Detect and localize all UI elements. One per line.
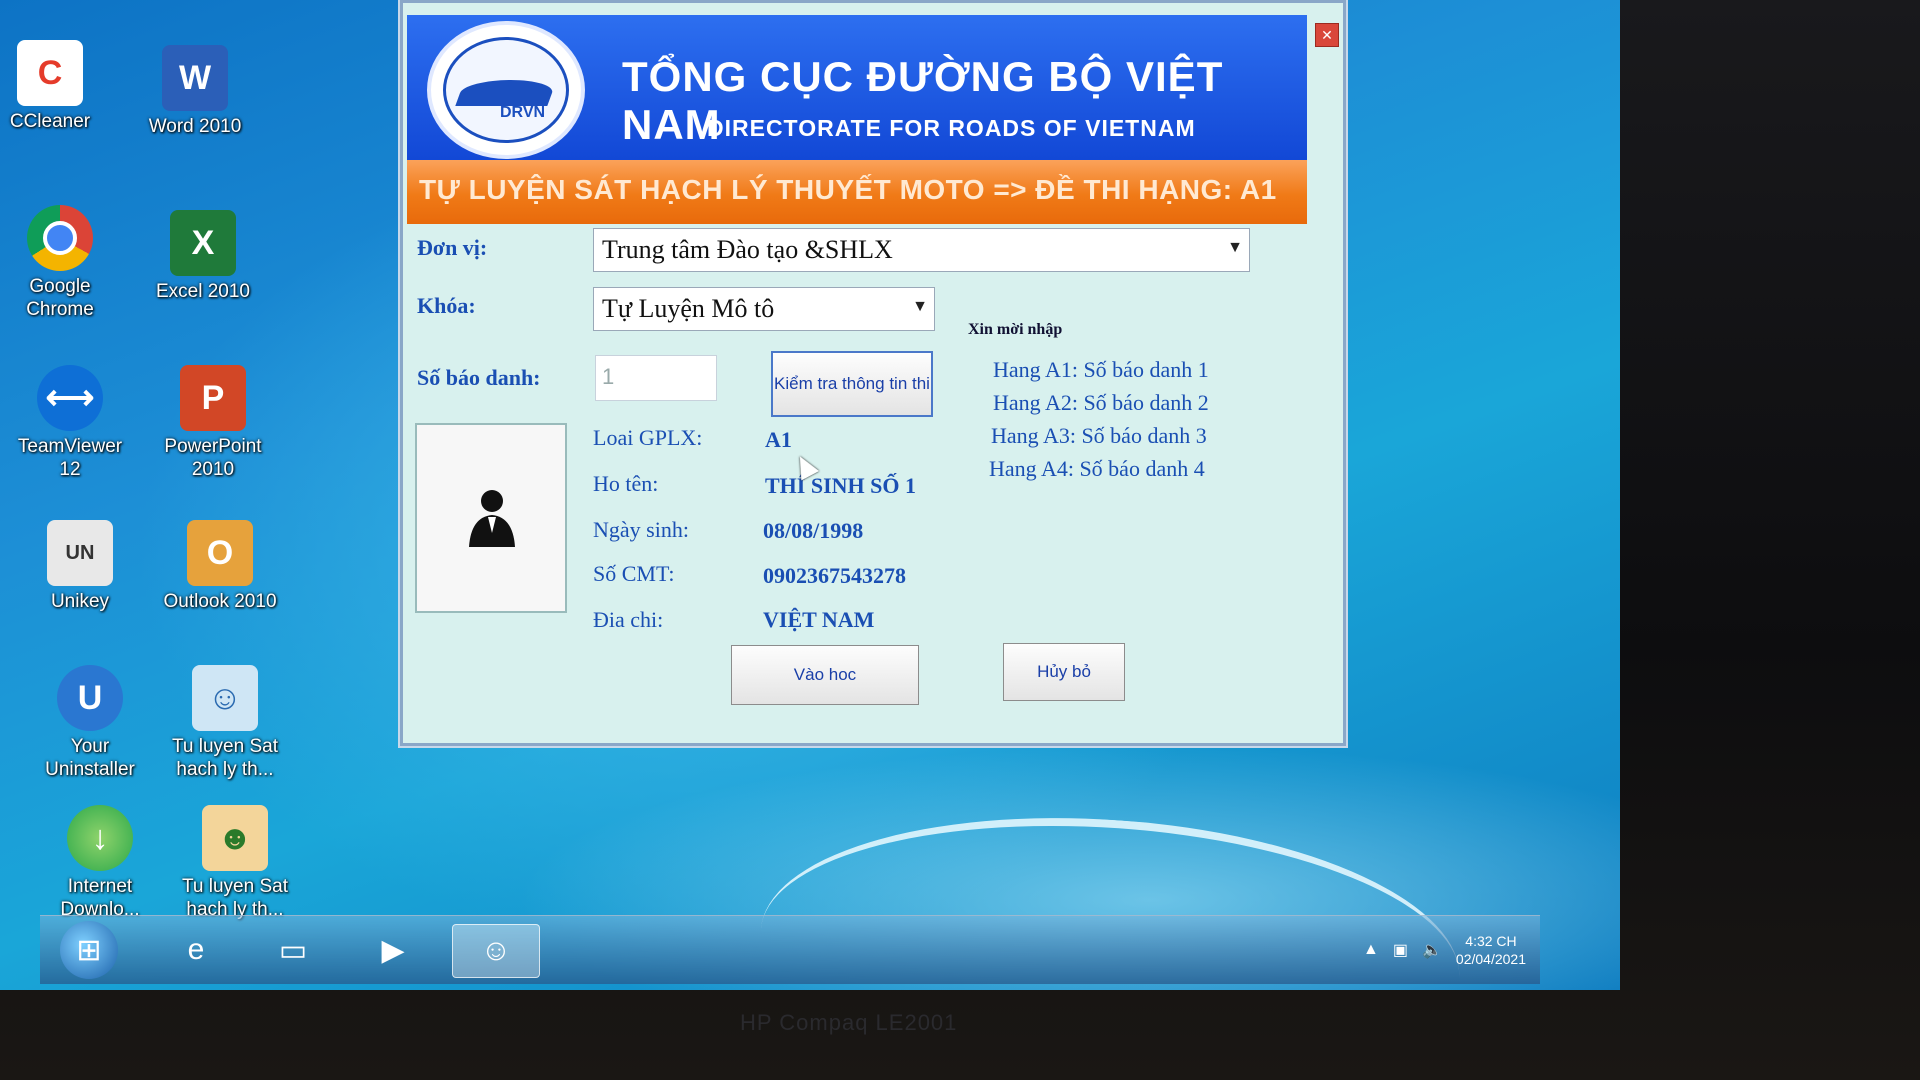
person-avatar-icon	[469, 490, 515, 547]
clock[interactable]: 4:32 CH 02/04/2021	[1456, 932, 1526, 968]
start-button[interactable]: ⊞	[60, 921, 118, 979]
desktop-icon-word[interactable]: W Word 2010	[130, 45, 260, 138]
hint-title: Xin mời nhập	[968, 321, 1063, 338]
desktop-icon-outlook[interactable]: O Outlook 2010	[155, 520, 285, 613]
hint-line: Hang A4: Số báo danh 4	[989, 456, 1205, 481]
hint-line: Hang A1: Số báo danh 1	[993, 357, 1209, 382]
sbd-input[interactable]: 1	[595, 355, 717, 401]
desktop-screen: C CCleaner W Word 2010 Google Chrome X E…	[0, 0, 1620, 990]
ho-ten-value: THÍ SINH SỐ 1	[765, 473, 916, 498]
dia-chi-value: VIỆT NAM	[763, 607, 875, 632]
media-player-taskbar-icon[interactable]: ▶	[362, 924, 424, 976]
idm-icon: ↓	[67, 805, 133, 871]
so-cmt-value: 0902367543278	[763, 563, 906, 588]
header-banner: DRVN TỔNG CỤC ĐƯỜNG BỘ VIỆT NAM DIRECTOR…	[407, 15, 1307, 160]
drvn-logo: DRVN	[427, 21, 585, 159]
monitor-brand: HP Compaq LE2001	[740, 1010, 958, 1035]
desktop-icon-ccleaner[interactable]: C CCleaner	[0, 40, 115, 133]
powerpoint-icon: P	[180, 365, 246, 431]
taskbar: ⊞ e ▭ ▶ ☺ ▲ ▣ 🔈 4:32 CH 02/04/2021	[40, 915, 1540, 984]
dia-chi-label: Đia chi:	[593, 607, 664, 632]
tray-expand-icon[interactable]: ▲	[1363, 941, 1379, 959]
desktop-icon-your-uninstaller[interactable]: U Your Uninstaller	[25, 665, 155, 781]
exam-login-dialog: ✕ DRVN TỔNG CỤC ĐƯỜNG BỘ VIỆT NAM DIRECT…	[400, 0, 1346, 746]
desktop-icon-teamviewer[interactable]: ⟷ TeamViewer 12	[5, 365, 135, 481]
loai-gplx-value: A1	[765, 427, 792, 452]
khoa-select[interactable]: Tự Luyện Mô tô ▼	[593, 287, 935, 331]
desktop-icon-chrome[interactable]: Google Chrome	[0, 205, 125, 321]
don-vi-label: Đơn vị:	[417, 235, 488, 260]
don-vi-select[interactable]: Trung tâm Đào tạo &SHLX ▼	[593, 228, 1250, 272]
exam-title: TỰ LUYỆN SÁT HẠCH LÝ THUYẾT MOTO => ĐỀ T…	[419, 174, 1277, 205]
sbd-label: Số báo danh:	[417, 365, 541, 390]
desktop-icon-unikey[interactable]: UN Unikey	[15, 520, 145, 613]
desktop-icon-excel[interactable]: X Excel 2010	[138, 210, 268, 303]
loai-gplx-label: Loai GPLX:	[593, 425, 703, 450]
check-info-button[interactable]: Kiểm tra thông tin thi	[771, 351, 933, 417]
candidate-photo	[415, 423, 567, 613]
ccleaner-icon: C	[17, 40, 83, 106]
enter-learn-button[interactable]: Vào hoc	[731, 645, 919, 705]
word-icon: W	[162, 45, 228, 111]
uninstaller-icon: U	[57, 665, 123, 731]
teamviewer-icon: ⟷	[37, 365, 103, 431]
volume-icon[interactable]: 🔈	[1422, 940, 1442, 960]
desktop-icon-idm[interactable]: ↓ Internet Downlo...	[35, 805, 165, 921]
org-subtitle: DIRECTORATE FOR ROADS OF VIETNAM	[707, 115, 1196, 141]
hint-line: Hang A2: Số báo danh 2	[993, 390, 1209, 415]
hint-line: Hang A3: Số báo danh 3	[991, 423, 1207, 448]
driver-app-icon: ☻	[202, 805, 268, 871]
unikey-icon: UN	[47, 520, 113, 586]
exam-app-taskbar-icon[interactable]: ☺	[452, 924, 540, 978]
network-icon[interactable]: ▣	[1393, 940, 1408, 960]
chevron-down-icon: ▼	[1227, 239, 1243, 256]
excel-icon: X	[170, 210, 236, 276]
desktop-icon-powerpoint[interactable]: P PowerPoint 2010	[148, 365, 278, 481]
ngay-sinh-value: 08/08/1998	[763, 518, 864, 543]
close-icon[interactable]: ✕	[1315, 23, 1339, 47]
desktop-icon-driver-app[interactable]: ☻ Tu luyen Sat hach ly th...	[170, 805, 300, 921]
desktop-icon-exam-app[interactable]: ☺ Tu luyen Sat hach ly th...	[160, 665, 290, 781]
ngay-sinh-label: Ngày sinh:	[593, 517, 689, 542]
so-cmt-label: Số CMT:	[593, 561, 675, 586]
ho-ten-label: Ho tên:	[593, 471, 659, 496]
khoa-label: Khóa:	[417, 293, 476, 318]
system-tray: ▲ ▣ 🔈 4:32 CH 02/04/2021	[1363, 922, 1526, 978]
exam-app-icon: ☺	[192, 665, 258, 731]
cancel-button[interactable]: Hủy bỏ	[1003, 643, 1125, 701]
outlook-icon: O	[187, 520, 253, 586]
chevron-down-icon: ▼	[912, 298, 928, 315]
explorer-taskbar-icon[interactable]: ▭	[262, 924, 324, 976]
exam-title-bar: TỰ LUYỆN SÁT HẠCH LÝ THUYẾT MOTO => ĐỀ T…	[407, 160, 1307, 224]
chrome-icon	[27, 205, 93, 271]
ie-taskbar-icon[interactable]: e	[165, 924, 227, 976]
